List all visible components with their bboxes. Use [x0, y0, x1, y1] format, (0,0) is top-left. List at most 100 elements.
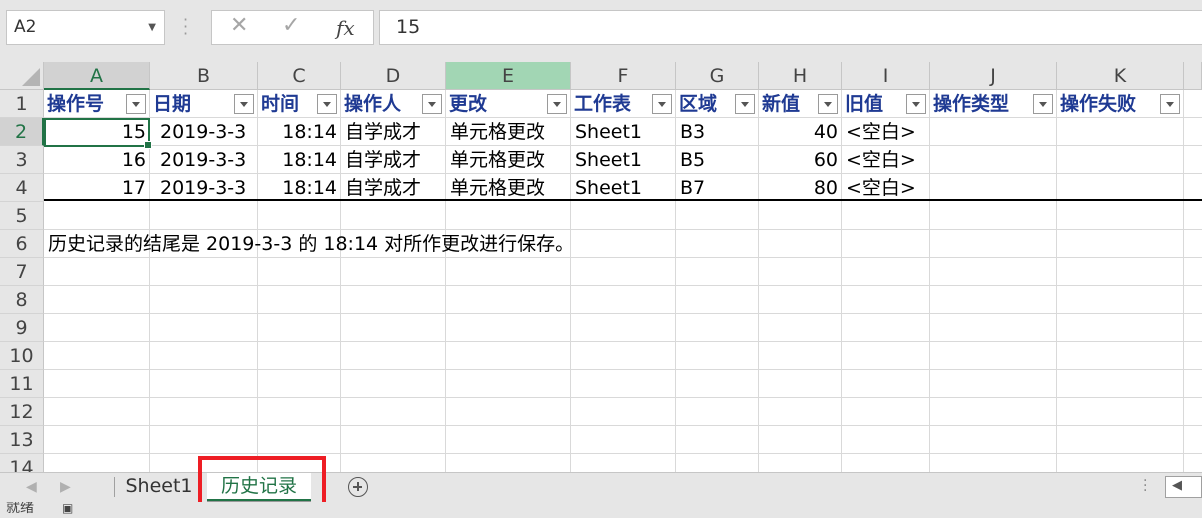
- select-all-button[interactable]: [0, 62, 44, 90]
- row-header-9[interactable]: 9: [0, 314, 44, 342]
- chevron-down-icon[interactable]: ▼: [148, 11, 156, 44]
- header-cell-f1[interactable]: 工作表: [571, 90, 676, 118]
- header-cell-b1[interactable]: 日期: [150, 90, 258, 118]
- row-header-13[interactable]: 13: [0, 426, 44, 454]
- tab-divider: [114, 477, 115, 497]
- cell-b3[interactable]: 2019-3-3: [150, 146, 258, 174]
- cell-e2[interactable]: 单元格更改: [446, 118, 571, 146]
- column-header-c[interactable]: C: [258, 62, 341, 90]
- filter-dropdown-icon[interactable]: [906, 94, 926, 114]
- cell-g4[interactable]: B7: [676, 174, 759, 202]
- scroll-left-icon[interactable]: ◀: [26, 479, 37, 495]
- filter-dropdown-icon[interactable]: [547, 94, 567, 114]
- cell-i3[interactable]: <空白>: [842, 146, 930, 174]
- column-header-e[interactable]: E: [446, 62, 571, 90]
- cell-e4[interactable]: 单元格更改: [446, 174, 571, 202]
- row-header-11[interactable]: 11: [0, 370, 44, 398]
- name-box[interactable]: A2 ▼: [6, 10, 165, 45]
- cell-d3[interactable]: 自学成才: [341, 146, 446, 174]
- scroll-left-arrow-icon[interactable]: ◀: [1172, 478, 1182, 493]
- formula-bar: A2 ▼ · · · ✕ ✓ fx 15: [0, 0, 1202, 62]
- add-sheet-icon[interactable]: [348, 477, 368, 497]
- column-header-b[interactable]: B: [150, 62, 258, 90]
- gridline: [1183, 90, 1184, 472]
- horizontal-scrollbar[interactable]: ◀: [1165, 476, 1202, 498]
- header-cell-e1[interactable]: 更改: [446, 90, 571, 118]
- cell-c2[interactable]: 18:14: [258, 118, 341, 146]
- column-header-i[interactable]: I: [842, 62, 930, 90]
- history-note-cell[interactable]: 历史记录的结尾是 2019-3-3 的 18:14 对所作更改进行保存。: [44, 230, 744, 258]
- filter-dropdown-icon[interactable]: [652, 94, 672, 114]
- cell-h4[interactable]: 80: [759, 174, 842, 202]
- filter-dropdown-icon[interactable]: [818, 94, 838, 114]
- filter-dropdown-icon[interactable]: [1033, 94, 1053, 114]
- cell-f4[interactable]: Sheet1: [571, 174, 676, 202]
- cell-a3[interactable]: 16: [44, 146, 150, 174]
- header-label: 区域: [679, 93, 718, 115]
- cell-e3[interactable]: 单元格更改: [446, 146, 571, 174]
- cell-g3[interactable]: B5: [676, 146, 759, 174]
- cancel-icon[interactable]: ✕: [230, 13, 248, 38]
- header-cell-j1[interactable]: 操作类型: [930, 90, 1057, 118]
- filter-dropdown-icon[interactable]: [317, 94, 337, 114]
- header-label: 新值: [762, 93, 801, 115]
- cell-f2[interactable]: Sheet1: [571, 118, 676, 146]
- more-options-icon[interactable]: · · ·: [1143, 474, 1147, 498]
- filter-dropdown-icon[interactable]: [1160, 94, 1180, 114]
- column-header-l[interactable]: [1184, 62, 1202, 90]
- column-header-h[interactable]: H: [759, 62, 842, 90]
- filter-dropdown-icon[interactable]: [234, 94, 254, 114]
- header-cell-d1[interactable]: 操作人: [341, 90, 446, 118]
- filter-dropdown-icon[interactable]: [126, 94, 146, 114]
- cell-d2[interactable]: 自学成才: [341, 118, 446, 146]
- cell-a4[interactable]: 17: [44, 174, 150, 202]
- cell-d4[interactable]: 自学成才: [341, 174, 446, 202]
- row-header-5[interactable]: 5: [0, 202, 44, 230]
- column-header-d[interactable]: D: [341, 62, 446, 90]
- header-cell-h1[interactable]: 新值: [759, 90, 842, 118]
- formula-input[interactable]: 15: [379, 10, 1202, 45]
- gridline: [44, 285, 1202, 286]
- row-header-4[interactable]: 4: [0, 174, 44, 202]
- macro-record-icon[interactable]: ▣: [62, 502, 73, 518]
- cell-b4[interactable]: 2019-3-3: [150, 174, 258, 202]
- row-header-2[interactable]: 2: [0, 118, 44, 146]
- cell-h2[interactable]: 40: [759, 118, 842, 146]
- column-header-g[interactable]: G: [676, 62, 759, 90]
- filter-dropdown-icon[interactable]: [735, 94, 755, 114]
- header-cell-c1[interactable]: 时间: [258, 90, 341, 118]
- header-label: 操作人: [344, 93, 402, 115]
- row-header-8[interactable]: 8: [0, 286, 44, 314]
- scroll-right-icon[interactable]: ▶: [60, 479, 71, 495]
- insert-function-icon[interactable]: fx: [336, 16, 355, 40]
- row-header-10[interactable]: 10: [0, 342, 44, 370]
- cell-i4[interactable]: <空白>: [842, 174, 930, 202]
- column-header-f[interactable]: F: [571, 62, 676, 90]
- column-header-a[interactable]: A: [44, 62, 150, 90]
- row-header-6[interactable]: 6: [0, 230, 44, 258]
- cell-i2[interactable]: <空白>: [842, 118, 930, 146]
- cell-f3[interactable]: Sheet1: [571, 146, 676, 174]
- cell-h3[interactable]: 60: [759, 146, 842, 174]
- header-cell-a1[interactable]: 操作号: [44, 90, 150, 118]
- worksheet-grid[interactable]: A B C D E F G H I J K 1 2 3 4 5 6 7 8 9 …: [0, 62, 1202, 472]
- cell-c4[interactable]: 18:14: [258, 174, 341, 202]
- row-header-1[interactable]: 1: [0, 90, 44, 118]
- header-label: 操作失败: [1060, 93, 1137, 115]
- header-cell-k1[interactable]: 操作失败: [1057, 90, 1184, 118]
- row-header-7[interactable]: 7: [0, 258, 44, 286]
- cell-b2[interactable]: 2019-3-3: [150, 118, 258, 146]
- column-header-j[interactable]: J: [930, 62, 1057, 90]
- row-header-14[interactable]: 14: [0, 454, 44, 472]
- header-cell-i1[interactable]: 旧值: [842, 90, 930, 118]
- filter-dropdown-icon[interactable]: [422, 94, 442, 114]
- row-header-3[interactable]: 3: [0, 146, 44, 174]
- cell-c3[interactable]: 18:14: [258, 146, 341, 174]
- check-icon[interactable]: ✓: [282, 13, 300, 38]
- tab-sheet1[interactable]: Sheet1: [118, 473, 200, 501]
- cell-g2[interactable]: B3: [676, 118, 759, 146]
- row-header-12[interactable]: 12: [0, 398, 44, 426]
- column-header-k[interactable]: K: [1057, 62, 1184, 90]
- sheet-tab-bar: ◀ ▶ Sheet1 历史记录: [0, 472, 1202, 502]
- header-cell-g1[interactable]: 区域: [676, 90, 759, 118]
